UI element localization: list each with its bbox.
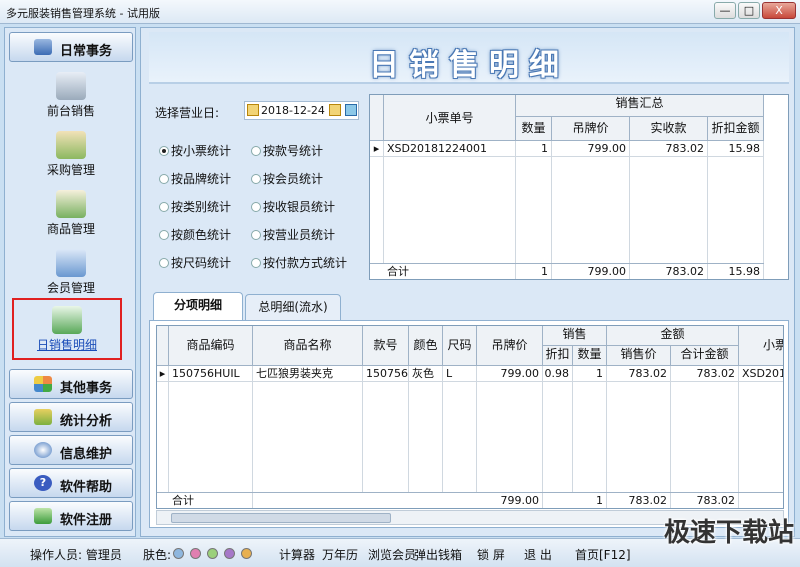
col-qty: 数量 [516,117,552,141]
skin-label: 肤色: [143,548,172,562]
operator-label: 操作人员: 管理员 [30,548,122,562]
filter-panel: 选择营业日: 2018-12-24 按小票统计 按款号统计 按品牌统计 按会员统… [149,94,363,280]
notebook-icon [34,39,52,55]
col-name: 商品名称 [253,326,363,366]
title-bar: 多元服装销售管理系统 - 试用版 — □ X [0,0,800,24]
tab-flow[interactable]: 总明细(流水) [245,294,341,320]
exit-button[interactable]: 退 出 [524,546,552,563]
radio-by-brand[interactable]: 按品牌统计 [159,170,231,187]
col-color: 颜色 [409,326,443,366]
gear-icon [34,442,52,458]
date-label: 选择营业日: [155,106,220,120]
group-maintenance[interactable]: 信息维护 [9,435,133,465]
table-row[interactable]: ▸ XSD20181224001 1 799.00 783.02 15.98 [370,141,764,157]
sidebar-item-pos[interactable]: 前台销售 [9,66,133,123]
banner: 日销售明细 [149,32,789,84]
daily-affairs-header[interactable]: 日常事务 [9,32,133,62]
skin-swatch[interactable] [190,548,201,559]
sidebar-item-products[interactable]: 商品管理 [9,184,133,241]
group-help[interactable]: ? 软件帮助 [9,468,133,498]
col-discount: 折扣金额 [708,117,764,141]
browse-members-button[interactable]: 浏览会员 [368,546,416,563]
watermark: 极速下载站 [663,518,794,548]
windows-icon [34,376,52,392]
col-total-amount: 合计金额 [671,346,739,366]
home-button[interactable]: 首页[F12] [575,546,631,563]
radio-by-cashier[interactable]: 按收银员统计 [251,198,335,215]
col-disc: 折扣 [543,346,573,366]
computer-icon [56,72,86,100]
col-paid: 实收款 [630,117,708,141]
products-icon [56,190,86,218]
sidebar-item-purchase[interactable]: 采购管理 [9,125,133,182]
col-tag: 吊牌价 [477,326,543,366]
col-group-summary: 销售汇总 [516,95,764,117]
calendar-icon[interactable] [329,104,341,116]
maximize-button[interactable]: □ [738,2,760,19]
lock-screen-button[interactable]: 锁 屏 [477,546,505,563]
group-register[interactable]: 软件注册 [9,501,133,531]
table-row[interactable]: ▸ 150756HUIL 七匹狼男装夹克 150756 灰色 L 799.00 … [157,366,783,382]
summary-grid: 小票单号 销售汇总 数量 吊牌价 实收款 折扣金额 ▸ XSD201812240… [369,94,789,280]
scroll-thumb[interactable] [171,513,391,523]
radio-by-style[interactable]: 按款号统计 [251,142,323,159]
date-picker[interactable]: 2018-12-24 [244,101,359,120]
calculator-button[interactable]: 计算器 [279,546,315,563]
register-icon [34,508,52,524]
col-size: 尺码 [443,326,477,366]
calendar-button[interactable]: 万年历 [322,546,358,563]
close-button[interactable]: X [762,2,796,19]
total-row: 合计 1 799.00 783.02 15.98 [370,263,764,279]
tab-itemized[interactable]: 分项明细 [153,292,243,320]
col-style: 款号 [363,326,409,366]
help-icon: ? [34,475,52,491]
col-tag-price: 吊牌价 [552,117,630,141]
col-price: 销售价 [607,346,671,366]
col-ticket2: 小票 [739,326,783,366]
radio-by-payment[interactable]: 按付款方式统计 [251,254,347,271]
main-panel: 日销售明细 选择营业日: 2018-12-24 按小票统计 按款号统计 按品牌统… [140,27,795,537]
radio-by-member[interactable]: 按会员统计 [251,170,323,187]
members-icon [56,249,86,277]
sidebar-item-daily-sales[interactable]: 日销售明细 [12,298,122,360]
skin-swatch[interactable] [173,548,184,559]
col-qty2: 数量 [573,346,607,366]
skin-swatch[interactable] [207,548,218,559]
page-title: 日销售明细 [369,48,569,83]
daily-sales-icon [52,306,82,334]
skin-swatch[interactable] [241,548,252,559]
sidebar-item-members[interactable]: 会员管理 [9,243,133,300]
col-group-amount: 金额 [607,326,739,346]
stats-icon [34,409,52,425]
minimize-button[interactable]: — [714,2,736,19]
next-day-icon[interactable] [345,104,357,116]
prev-day-icon[interactable] [247,104,259,116]
total-row: 合计 799.00 1 783.02 783.02 [157,492,783,508]
group-other[interactable]: 其他事务 [9,369,133,399]
col-group-sale: 销售 [543,326,607,346]
group-stats[interactable]: 统计分析 [9,402,133,432]
cashbox-button[interactable]: 弹出钱箱 [414,546,462,563]
detail-grid: 商品编码 商品名称 款号 颜色 尺码 吊牌价 销售 折扣 数量 金额 销售价 合… [156,325,784,509]
radio-by-clerk[interactable]: 按营业员统计 [251,226,335,243]
radio-by-size[interactable]: 按尺码统计 [159,254,231,271]
radio-by-ticket[interactable]: 按小票统计 [159,142,231,159]
purchase-icon [56,131,86,159]
col-code: 商品编码 [169,326,253,366]
radio-by-color[interactable]: 按颜色统计 [159,226,231,243]
tab-bar: 分项明细 总明细(流水) [149,292,789,322]
radio-by-category[interactable]: 按类别统计 [159,198,231,215]
date-value: 2018-12-24 [261,104,325,117]
sidebar: 日常事务 前台销售 采购管理 商品管理 会员管理 日销售明细 其他事务 统计分析… [4,27,136,537]
detail-section: 商品编码 商品名称 款号 颜色 尺码 吊牌价 销售 折扣 数量 金额 销售价 合… [149,320,789,528]
window-title: 多元服装销售管理系统 - 试用版 [6,7,160,20]
skin-swatch[interactable] [224,548,235,559]
col-ticket: 小票单号 [384,95,516,141]
